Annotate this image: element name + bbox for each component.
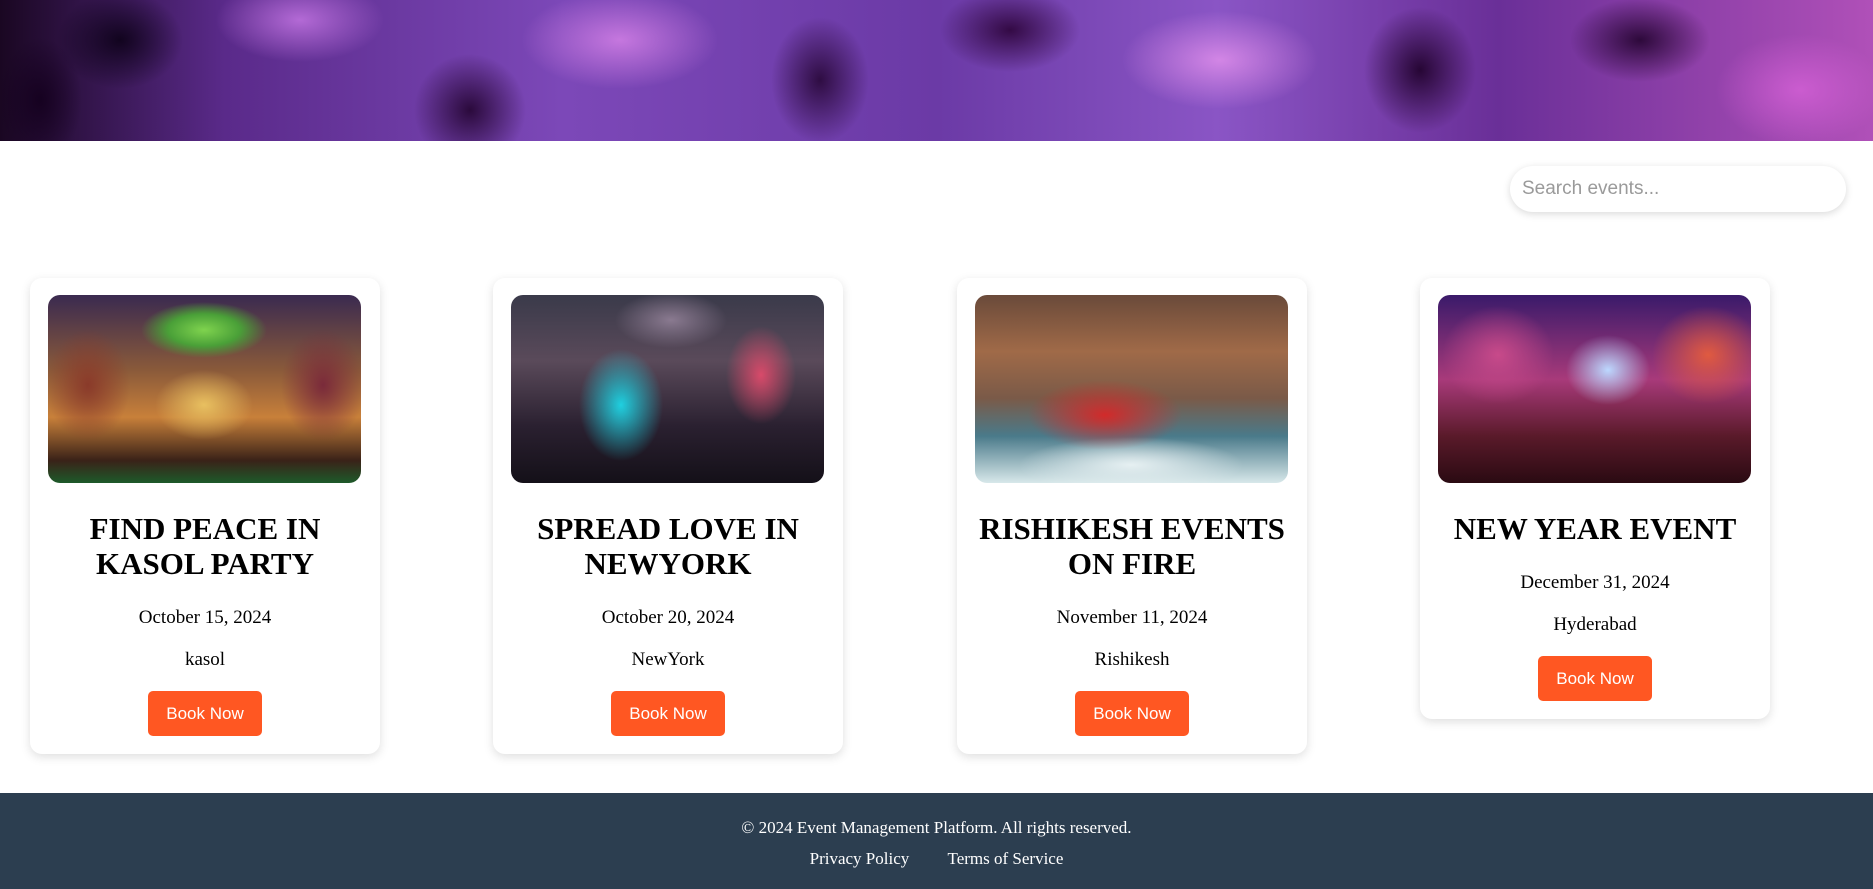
event-title: NEW YEAR EVENT [1453,511,1737,546]
event-image [975,295,1288,483]
terms-of-service-link[interactable]: Terms of Service [948,849,1064,868]
privacy-policy-link[interactable]: Privacy Policy [810,849,910,868]
book-now-button[interactable]: Book Now [611,691,725,736]
event-location: kasol [184,649,226,670]
event-image [1438,295,1751,483]
event-date: December 31, 2024 [1520,572,1670,593]
footer: © 2024 Event Management Platform. All ri… [0,793,1873,889]
event-title: FIND PEACE IN KASOL PARTY [89,511,321,581]
event-location: NewYork [631,649,705,670]
event-date: October 20, 2024 [601,607,735,628]
book-now-button[interactable]: Book Now [148,691,262,736]
event-card: FIND PEACE IN KASOL PARTY October 15, 20… [30,278,380,754]
event-title: RISHIKESH EVENTS ON FIRE [979,511,1285,581]
event-date: November 11, 2024 [1056,607,1208,628]
event-card: SPREAD LOVE IN NEWYORK October 20, 2024 … [493,278,843,754]
event-image [511,295,824,483]
event-date: October 15, 2024 [138,607,272,628]
search-input[interactable] [1510,166,1846,212]
book-now-button[interactable]: Book Now [1538,656,1652,701]
footer-links: Privacy Policy Terms of Service [0,849,1873,869]
event-card: NEW YEAR EVENT December 31, 2024 Hyderab… [1420,278,1770,719]
copyright-text: © 2024 Event Management Platform. All ri… [741,818,1132,837]
event-title: SPREAD LOVE IN NEWYORK [537,511,799,581]
event-location: Rishikesh [1094,649,1170,670]
event-card: RISHIKESH EVENTS ON FIRE November 11, 20… [957,278,1307,754]
event-image [48,295,361,483]
book-now-button[interactable]: Book Now [1075,691,1189,736]
hero-banner [0,0,1873,141]
event-location: Hyderabad [1553,614,1637,635]
